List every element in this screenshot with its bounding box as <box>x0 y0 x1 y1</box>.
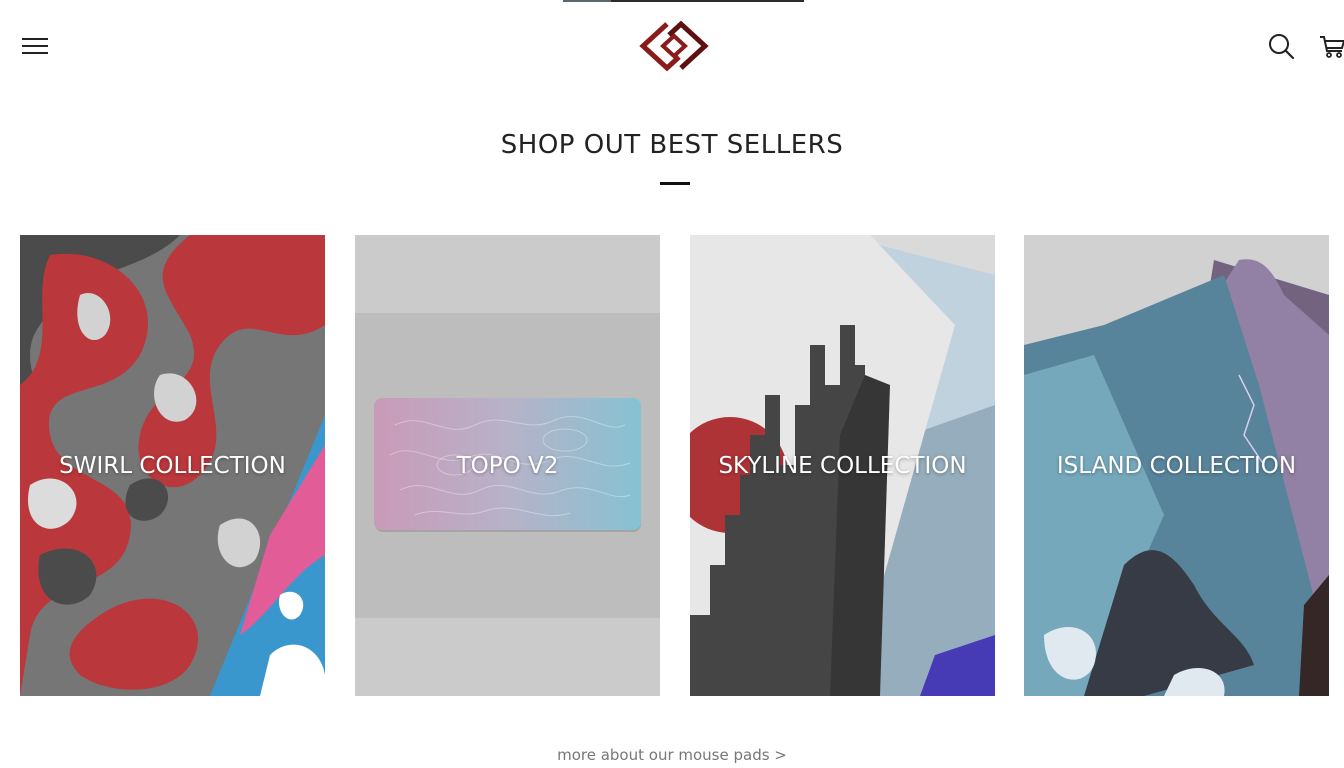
card-label: SWIRL COLLECTION <box>59 452 286 479</box>
card-label: SKYLINE COLLECTION <box>718 452 967 479</box>
product-card-skyline[interactable]: SKYLINE COLLECTION <box>690 235 995 696</box>
cart-icon[interactable] <box>1318 32 1344 60</box>
card-label: TOPO V2 <box>456 452 559 479</box>
hamburger-menu-icon[interactable] <box>20 34 50 58</box>
card-label: ISLAND COLLECTION <box>1056 452 1297 479</box>
title-underline <box>660 182 690 185</box>
product-card-island[interactable]: ISLAND COLLECTION <box>1024 235 1329 696</box>
section-title: SHOP OUT BEST SELLERS <box>500 130 844 160</box>
product-card-topo-v2[interactable]: TOPO V2 <box>355 235 660 696</box>
site-logo[interactable] <box>637 20 711 72</box>
site-header <box>0 0 1344 92</box>
product-card-swirl[interactable]: SWIRL COLLECTION <box>20 235 325 696</box>
search-icon[interactable] <box>1266 31 1296 61</box>
more-about-mouse-pads-link[interactable]: more about our mouse pads > <box>0 746 1344 764</box>
